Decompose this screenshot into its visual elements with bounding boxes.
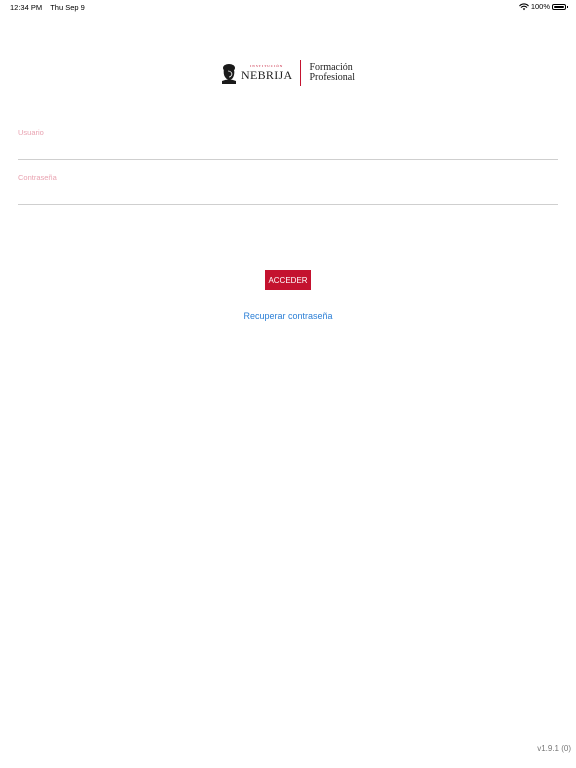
- app-version: v1.9.1 (0): [537, 744, 571, 753]
- nebrija-emblem-icon: [222, 64, 237, 84]
- logo-subtitle: Formación Profesional: [309, 63, 355, 83]
- status-left: 12:34 PM Thu Sep 9: [10, 3, 85, 12]
- username-label: Usuario: [18, 128, 44, 137]
- username-field-group: Usuario: [18, 128, 558, 160]
- status-bar: 12:34 PM Thu Sep 9 100%: [0, 0, 576, 14]
- logo-divider: [300, 60, 302, 86]
- password-field-group: Contraseña: [18, 173, 558, 205]
- password-input[interactable]: [18, 185, 558, 205]
- nebrija-logo: INSTITUCIÓN NEBRIJA Formación Profesiona…: [221, 60, 355, 86]
- login-button[interactable]: ACCEDER: [265, 270, 311, 290]
- logo-brand: NEBRIJA: [241, 67, 293, 82]
- username-input[interactable]: [18, 140, 558, 160]
- login-screen: 12:34 PM Thu Sep 9 100% INSTITUCIÓN NEBR…: [0, 0, 576, 768]
- recover-password-link[interactable]: Recuperar contraseña: [0, 311, 576, 321]
- password-label: Contraseña: [18, 173, 57, 182]
- battery-icon: [552, 3, 568, 10]
- logo-name-block: INSTITUCIÓN NEBRIJA: [241, 65, 292, 81]
- battery-fill: [554, 5, 564, 8]
- battery-percent: 100%: [530, 2, 550, 11]
- status-right: 100%: [519, 2, 568, 11]
- status-time: 12:34 PM: [10, 3, 43, 12]
- status-date: Thu Sep 9: [50, 3, 85, 12]
- wifi-icon: [519, 3, 529, 10]
- logo-subtitle-line2: Profesional: [309, 72, 355, 83]
